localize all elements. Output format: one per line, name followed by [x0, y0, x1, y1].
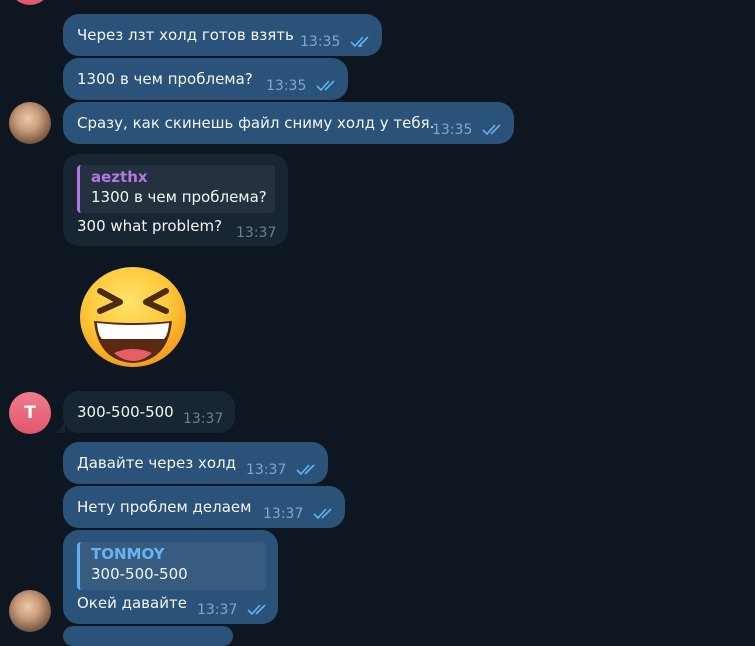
message-time: 13:35: [432, 122, 473, 138]
message-time: 13:35: [266, 78, 307, 94]
message-bubble[interactable]: Нету проблем делаем 13:37: [63, 486, 345, 528]
avatar-partial-top[interactable]: [9, 0, 51, 5]
read-checkmarks-icon: [316, 80, 335, 92]
message-text: Через лзт холд готов взять: [77, 26, 294, 44]
message-text: Нету проблем делаем: [77, 498, 252, 516]
message-bubble-partial[interactable]: [63, 626, 233, 646]
message-text: Давайте через холд: [77, 454, 237, 472]
message-bubble[interactable]: 1300 в чем проблема? 13:35: [63, 58, 348, 100]
message-bubble-incoming[interactable]: 300-500-500 13:37: [63, 391, 235, 433]
reply-quote[interactable]: aezthx 1300 в чем проблема?: [77, 165, 275, 213]
message-text: Окей давайте: [77, 594, 187, 612]
reply-text: 1300 в чем проблема?: [91, 188, 267, 206]
user-avatar-letter[interactable]: T: [9, 392, 51, 434]
message-bubble[interactable]: Сразу, как скинешь файл сниму холд у теб…: [63, 102, 514, 144]
read-checkmarks-icon: [350, 36, 369, 48]
message-time: 13:37: [246, 462, 287, 478]
reply-author: aezthx: [91, 168, 148, 186]
user-avatar[interactable]: [9, 590, 51, 632]
grinning-squinting-face-sticker[interactable]: [78, 265, 188, 369]
message-text: 1300 в чем проблема?: [77, 70, 253, 88]
message-bubble-incoming[interactable]: aezthx 1300 в чем проблема? 300 what pro…: [63, 154, 288, 246]
message-time: 13:37: [236, 225, 277, 241]
reply-quote[interactable]: TONMOY 300-500-500: [77, 542, 266, 590]
read-checkmarks-icon: [313, 508, 332, 520]
message-time: 13:35: [300, 34, 341, 50]
message-bubble[interactable]: Через лзт холд готов взять 13:35: [63, 14, 382, 56]
read-checkmarks-icon: [247, 604, 266, 616]
bubble-tail: [55, 421, 65, 433]
reply-text: 300-500-500: [91, 565, 188, 583]
user-avatar[interactable]: [9, 102, 51, 144]
message-time: 13:37: [183, 411, 224, 427]
message-bubble[interactable]: Давайте через холд 13:37: [63, 442, 328, 484]
read-checkmarks-icon: [482, 124, 501, 136]
message-text: Сразу, как скинешь файл сниму холд у теб…: [77, 114, 435, 132]
message-time: 13:37: [197, 602, 238, 618]
message-time: 13:37: [263, 506, 304, 522]
message-bubble[interactable]: TONMOY 300-500-500 Окей давайте 13:37: [63, 530, 278, 624]
reply-author: TONMOY: [91, 545, 165, 563]
message-text: 300-500-500: [77, 403, 174, 421]
message-text: 300 what problem?: [77, 217, 223, 235]
read-checkmarks-icon: [296, 464, 315, 476]
